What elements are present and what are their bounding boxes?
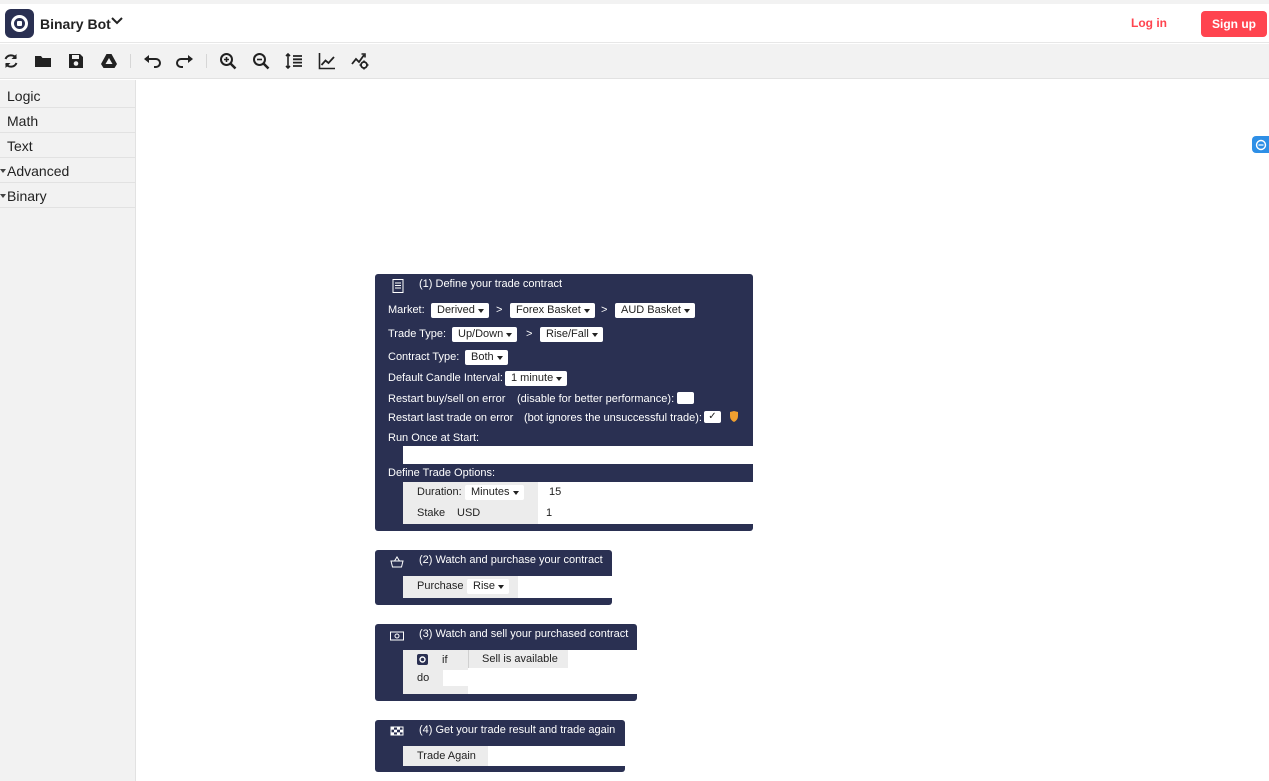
sidebar-item-text[interactable]: Text	[0, 133, 136, 158]
block-title: (4) Get your trade result and trade agai…	[419, 724, 616, 736]
zoom-in-icon[interactable]	[217, 51, 239, 71]
purchase-type-dropdown[interactable]: Rise	[467, 579, 510, 594]
restart-last-checkbox[interactable]: ✓	[704, 411, 721, 423]
block-title: (3) Watch and sell your purchased contra…	[419, 628, 629, 640]
run-once-slot[interactable]	[403, 446, 753, 464]
reset-icon[interactable]	[0, 51, 22, 71]
toolbar	[0, 44, 1269, 79]
trade-again-label: Trade Again	[417, 750, 476, 762]
trade-options-row: Define Trade Options:	[375, 464, 753, 482]
trade-options-label: Define Trade Options:	[388, 467, 496, 479]
checkered-flag-icon	[390, 726, 404, 736]
contract-type-dropdown[interactable]: Both	[465, 350, 508, 365]
zoom-out-icon[interactable]	[250, 51, 272, 71]
underlying-dropdown[interactable]: AUD Basket	[615, 303, 695, 318]
block-title: (2) Watch and purchase your contract	[419, 554, 603, 566]
separator: >	[496, 304, 503, 316]
chevron-down-icon[interactable]	[110, 14, 124, 28]
block-spine	[375, 746, 403, 766]
do-label: do	[417, 672, 430, 684]
submarket-dropdown[interactable]: Forex Basket	[510, 303, 595, 318]
block-spine	[375, 576, 403, 598]
contract-type-label: Contract Type:	[388, 351, 460, 363]
trade-type-category-dropdown[interactable]: Up/Down	[452, 327, 518, 342]
block-footer	[375, 694, 637, 701]
purchase-block[interactable]: Purchase Rise	[403, 576, 518, 598]
rearrange-icon[interactable]	[283, 51, 305, 71]
block-footer	[375, 766, 625, 772]
chat-icon[interactable]	[1252, 136, 1269, 153]
brand-name[interactable]: Binary Bot	[40, 16, 111, 32]
app-header: Binary Bot Log in Sign up	[0, 4, 1269, 43]
block-footer	[375, 524, 753, 531]
stake-currency: USD	[457, 507, 481, 519]
trade-result-block[interactable]: (4) Get your trade result and trade agai…	[375, 720, 625, 746]
restart-buy-checkbox[interactable]	[677, 392, 694, 404]
cash-icon	[390, 631, 404, 641]
stake-label: Stake	[417, 507, 446, 519]
do-slot[interactable]	[443, 670, 468, 686]
duration-unit-dropdown[interactable]: Minutes	[465, 485, 524, 500]
if-label: if	[442, 654, 448, 666]
candle-interval-dropdown[interactable]: 1 minute	[505, 371, 568, 386]
sidebar-item-binary[interactable]: Binary	[0, 183, 136, 208]
sidebar-item-label: Math	[7, 113, 39, 129]
sidebar-item-logic[interactable]: Logic	[0, 83, 136, 108]
block-title: (1) Define your trade contract	[419, 278, 563, 290]
trading-view-icon[interactable]	[349, 51, 371, 71]
toolbar-divider	[206, 54, 207, 68]
block-spine	[375, 650, 403, 694]
sidebar-item-label: Binary	[7, 188, 47, 204]
document-icon	[392, 279, 404, 293]
sell-conditions-block[interactable]: (3) Watch and sell your purchased contra…	[375, 624, 637, 650]
condition-block[interactable]: Sell is available	[468, 650, 568, 668]
sidebar-item-label: Logic	[7, 88, 41, 104]
sidebar-item-label: Advanced	[7, 163, 70, 179]
run-once-label: Run Once at Start:	[388, 432, 480, 444]
purchase-conditions-block[interactable]: (2) Watch and purchase your contract	[375, 550, 612, 576]
trade-type-label: Trade Type:	[388, 328, 447, 340]
toolbar-divider	[130, 54, 131, 68]
basket-icon	[390, 556, 404, 568]
restart-last-label: Restart last trade on error	[388, 412, 514, 424]
expand-arrow-icon	[0, 194, 6, 198]
block-spine	[375, 446, 403, 464]
restart-buy-hint: (disable for better performance):	[517, 393, 675, 405]
settings-gear-icon[interactable]	[417, 654, 428, 665]
warning-shield-icon	[730, 411, 738, 422]
market-label: Market:	[388, 304, 425, 316]
google-drive-icon[interactable]	[98, 51, 120, 71]
save-icon[interactable]	[65, 51, 87, 71]
undo-icon[interactable]	[141, 51, 163, 71]
if-block[interactable]: if do	[403, 650, 468, 694]
trade-again-block[interactable]: Trade Again	[403, 746, 488, 766]
restart-last-hint: (bot ignores the unsuccessful trade):	[524, 412, 702, 424]
duration-input[interactable]: 15	[543, 485, 577, 500]
trade-definition-block[interactable]: (1) Define your trade contract Market: D…	[375, 274, 753, 446]
sidebar-item-advanced[interactable]: Advanced	[0, 158, 136, 183]
sidebar-item-label: Text	[7, 138, 33, 154]
block-spine	[375, 482, 403, 524]
open-folder-icon[interactable]	[32, 51, 54, 71]
login-link[interactable]: Log in	[1131, 16, 1167, 30]
restart-buy-label: Restart buy/sell on error	[388, 393, 506, 405]
candle-interval-label: Default Candle Interval:	[388, 372, 503, 384]
redo-icon[interactable]	[174, 51, 196, 71]
purchase-label: Purchase	[417, 580, 464, 592]
sidebar-item-math[interactable]: Math	[0, 108, 136, 133]
chart-icon[interactable]	[316, 51, 338, 71]
expand-arrow-icon	[0, 169, 6, 173]
block-footer	[375, 598, 612, 605]
separator: >	[526, 328, 533, 340]
binary-bot-logo[interactable]	[5, 9, 34, 38]
signup-button[interactable]: Sign up	[1201, 11, 1267, 37]
duration-label: Duration:	[417, 486, 462, 498]
market-dropdown[interactable]: Derived	[431, 303, 489, 318]
trade-options-block[interactable]: Duration: Minutes Stake USD	[403, 482, 538, 524]
stake-input[interactable]: 1	[540, 506, 568, 521]
separator: >	[601, 304, 608, 316]
blocks-sidebar: Logic Math Text Advanced Binary	[0, 80, 136, 781]
condition-label: Sell is available	[482, 653, 558, 665]
trade-type-dropdown[interactable]: Rise/Fall	[540, 327, 603, 342]
